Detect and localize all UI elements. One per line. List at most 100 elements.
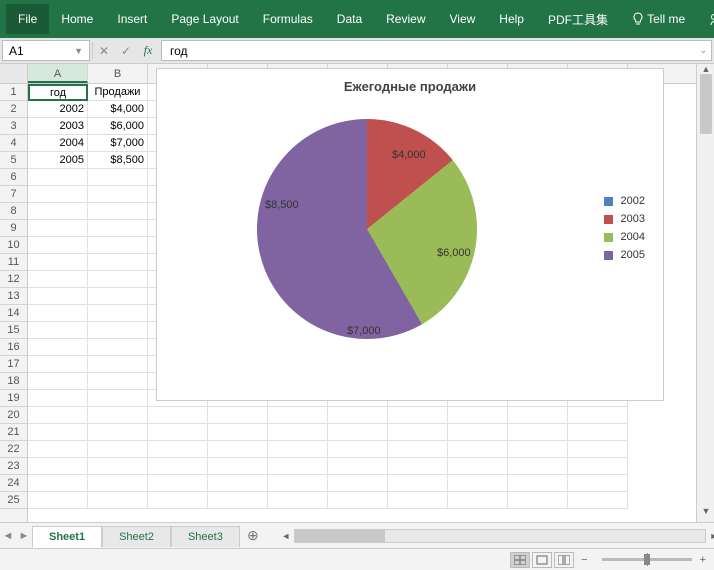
sheet-nav-next[interactable]: ►: [16, 530, 32, 542]
cell[interactable]: [28, 271, 88, 288]
row-header[interactable]: 10: [0, 237, 27, 254]
zoom-out-button[interactable]: −: [581, 554, 587, 566]
row-header[interactable]: 19: [0, 390, 27, 407]
cell[interactable]: [88, 390, 148, 407]
cell[interactable]: [448, 475, 508, 492]
cell[interactable]: [268, 424, 328, 441]
cell[interactable]: [148, 424, 208, 441]
cell[interactable]: [88, 322, 148, 339]
cell[interactable]: [28, 186, 88, 203]
row-header[interactable]: 18: [0, 373, 27, 390]
cell[interactable]: $7,000: [88, 135, 148, 152]
chart-object[interactable]: Ежегодные продажи $4,000 $6,000 $7,000 $…: [156, 68, 664, 401]
cell[interactable]: [28, 356, 88, 373]
view-normal-button[interactable]: [510, 552, 530, 568]
cell[interactable]: [448, 492, 508, 509]
cell[interactable]: [88, 492, 148, 509]
cell[interactable]: [568, 475, 628, 492]
cell[interactable]: [88, 288, 148, 305]
cell[interactable]: [88, 169, 148, 186]
col-header-b[interactable]: B: [88, 64, 148, 83]
cell[interactable]: [208, 407, 268, 424]
row-header[interactable]: 21: [0, 424, 27, 441]
cell[interactable]: [388, 424, 448, 441]
cell[interactable]: [388, 441, 448, 458]
cell[interactable]: [28, 492, 88, 509]
cell[interactable]: [28, 322, 88, 339]
cell[interactable]: [328, 492, 388, 509]
cell[interactable]: $4,000: [88, 101, 148, 118]
view-page-break-button[interactable]: [554, 552, 574, 568]
row-header[interactable]: 5: [0, 152, 27, 169]
row-header[interactable]: 25: [0, 492, 27, 509]
cell[interactable]: [328, 475, 388, 492]
cell[interactable]: [448, 407, 508, 424]
cell[interactable]: [88, 237, 148, 254]
tab-data[interactable]: Data: [325, 4, 374, 34]
cell[interactable]: [28, 237, 88, 254]
cell[interactable]: [208, 441, 268, 458]
cell[interactable]: [508, 492, 568, 509]
cell[interactable]: [148, 407, 208, 424]
scroll-left-icon[interactable]: ◄: [279, 530, 293, 542]
expand-formula-bar-icon[interactable]: ⌄: [699, 45, 707, 56]
fx-button[interactable]: fx: [137, 38, 159, 63]
cell[interactable]: [88, 407, 148, 424]
row-header[interactable]: 3: [0, 118, 27, 135]
row-header[interactable]: 13: [0, 288, 27, 305]
cell[interactable]: [28, 373, 88, 390]
cell[interactable]: 2003: [28, 118, 88, 135]
row-header[interactable]: 9: [0, 220, 27, 237]
zoom-in-button[interactable]: +: [700, 554, 706, 566]
cell[interactable]: [508, 475, 568, 492]
cell[interactable]: [268, 407, 328, 424]
cell[interactable]: [328, 441, 388, 458]
cell[interactable]: [88, 305, 148, 322]
cell[interactable]: [328, 424, 388, 441]
cell[interactable]: [508, 424, 568, 441]
cell[interactable]: [28, 424, 88, 441]
tab-insert[interactable]: Insert: [105, 4, 159, 34]
scroll-down-icon[interactable]: ▼: [697, 506, 714, 522]
cell[interactable]: [208, 475, 268, 492]
chevron-down-icon[interactable]: ▼: [74, 46, 83, 56]
row-header[interactable]: 15: [0, 322, 27, 339]
row-header[interactable]: 17: [0, 356, 27, 373]
cell[interactable]: [388, 458, 448, 475]
sheet-tab-3[interactable]: Sheet3: [171, 526, 240, 547]
select-all-corner[interactable]: [0, 64, 27, 84]
cell[interactable]: [208, 492, 268, 509]
tab-help[interactable]: Help: [487, 4, 536, 34]
row-header[interactable]: 11: [0, 254, 27, 271]
cell[interactable]: [208, 424, 268, 441]
cell[interactable]: [388, 475, 448, 492]
cell[interactable]: [88, 373, 148, 390]
tab-formulas[interactable]: Formulas: [251, 4, 325, 34]
zoom-slider[interactable]: [602, 558, 692, 561]
cell[interactable]: [28, 305, 88, 322]
cell[interactable]: [88, 424, 148, 441]
tab-page-layout[interactable]: Page Layout: [159, 4, 250, 34]
tab-view[interactable]: View: [438, 4, 488, 34]
cell[interactable]: [88, 441, 148, 458]
cell[interactable]: [28, 475, 88, 492]
cell[interactable]: 2005: [28, 152, 88, 169]
cell[interactable]: год: [28, 84, 88, 101]
cell[interactable]: [568, 407, 628, 424]
cell[interactable]: [28, 339, 88, 356]
cell[interactable]: $8,500: [88, 152, 148, 169]
cell[interactable]: Продажи: [88, 84, 148, 101]
tab-home[interactable]: Home: [49, 4, 105, 34]
cell[interactable]: [448, 424, 508, 441]
sheet-tab-1[interactable]: Sheet1: [32, 526, 102, 548]
cell[interactable]: [208, 458, 268, 475]
view-page-layout-button[interactable]: [532, 552, 552, 568]
cell[interactable]: [388, 407, 448, 424]
row-header[interactable]: 2: [0, 101, 27, 118]
cell[interactable]: 2002: [28, 101, 88, 118]
cell[interactable]: [28, 220, 88, 237]
cell[interactable]: [448, 441, 508, 458]
cell[interactable]: [88, 475, 148, 492]
cell[interactable]: [148, 441, 208, 458]
cell[interactable]: [268, 475, 328, 492]
